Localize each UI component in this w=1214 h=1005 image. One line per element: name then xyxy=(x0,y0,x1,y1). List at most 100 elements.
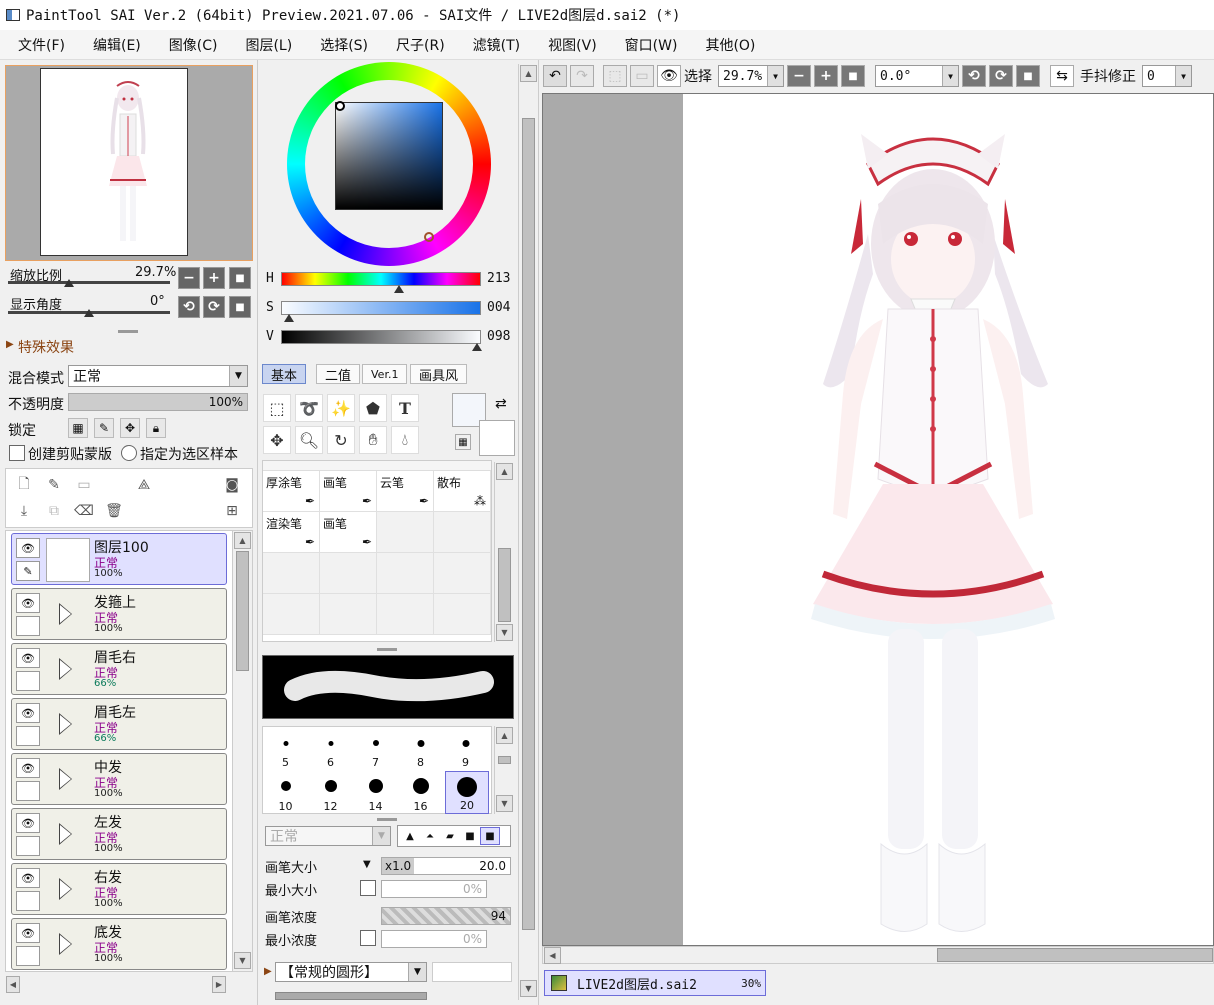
size-option[interactable]: 12 xyxy=(308,771,353,814)
brush-texture-select-partial[interactable] xyxy=(275,992,427,1000)
folder-row[interactable]: 👁︎ 右发 正常 100% xyxy=(11,863,227,915)
saturation-value-square[interactable] xyxy=(335,102,443,210)
lock-paint-icon[interactable]: ✎ xyxy=(94,418,114,438)
menu-select[interactable]: 选择(S) xyxy=(320,35,368,55)
menu-edit[interactable]: 编辑(E) xyxy=(93,35,141,55)
brush-empty-slot[interactable] xyxy=(434,594,491,635)
scroll-down-icon[interactable]: ▼ xyxy=(520,980,537,997)
brush-shape-texture-field[interactable] xyxy=(432,962,512,982)
size-multiplier[interactable]: x1.0 xyxy=(382,858,415,874)
lock-all-icon[interactable]: 🔒︎ xyxy=(146,418,166,438)
v-slider[interactable] xyxy=(281,330,481,344)
brush-empty-slot[interactable] xyxy=(377,594,434,635)
eye-icon[interactable]: 👁︎ xyxy=(16,538,40,558)
transparent-color-icon[interactable]: ▦ xyxy=(455,434,471,450)
clear-layer-icon[interactable]: ⌫ xyxy=(74,501,94,521)
blend-mode-select[interactable]: 正常 ▼ xyxy=(68,365,248,387)
rotation-select[interactable]: 0.0° ▼ xyxy=(875,65,959,87)
zoom-slider-track[interactable] xyxy=(8,281,170,284)
swap-colors-icon[interactable]: ⇄ xyxy=(495,396,507,412)
zoom-select[interactable]: 29.7% ▼ xyxy=(718,65,784,87)
new-pen-layer-icon[interactable]: ✎ xyxy=(44,475,64,495)
text-tool-icon[interactable]: T xyxy=(391,394,419,422)
brush-paintbrush[interactable]: 画笔 ✒︎ xyxy=(320,471,377,512)
rotate-left-button[interactable]: ⟲ xyxy=(962,65,986,87)
min-density-checkbox[interactable] xyxy=(360,930,376,946)
rotate-reset-button[interactable]: ■ xyxy=(229,296,251,318)
eye-icon[interactable]: 👁︎ xyxy=(16,813,40,833)
menu-file[interactable]: 文件(F) xyxy=(18,35,65,55)
brush-mode-select[interactable]: 正常 ▼ xyxy=(265,826,391,846)
rotate-left-button[interactable]: ⟲ xyxy=(178,296,200,318)
brush-blend[interactable]: 渲染笔 ✒︎ xyxy=(263,512,320,553)
rotate-tool-icon[interactable]: ↻ xyxy=(327,426,355,454)
canvas-area[interactable] xyxy=(542,93,1214,946)
tab-painting-tools[interactable]: 画具风 xyxy=(410,364,468,384)
folder-row[interactable]: 👁︎ 左发 正常 100% xyxy=(11,808,227,860)
s-slider-thumb[interactable] xyxy=(284,314,294,322)
size-option[interactable]: 14 xyxy=(353,771,398,814)
zoom-in-button[interactable]: + xyxy=(203,267,225,289)
lasso-icon[interactable]: ➰ xyxy=(295,394,323,422)
chevron-down-icon[interactable]: ▼ xyxy=(363,859,371,870)
size-option[interactable]: 8 xyxy=(398,727,443,770)
menu-other[interactable]: 其他(O) xyxy=(705,35,755,55)
redo-icon[interactable]: ↷ xyxy=(570,65,594,87)
scroll-thumb[interactable] xyxy=(937,948,1213,962)
shape-round-icon[interactable]: ▲ xyxy=(400,827,420,845)
hand-tool-icon[interactable]: ✋︎ xyxy=(359,426,387,454)
panel-splitter[interactable] xyxy=(118,330,138,333)
folder-row[interactable]: 👁︎ 发箍上 正常 100% xyxy=(11,588,227,640)
folder-row[interactable]: 👁︎ 底发 正常 100% xyxy=(11,918,227,970)
empty-icon[interactable] xyxy=(16,946,40,966)
lock-transparency-icon[interactable]: ▦ xyxy=(68,418,88,438)
effects-expand-icon[interactable]: ▶ xyxy=(6,339,14,350)
clipping-mask-checkbox[interactable] xyxy=(9,445,25,461)
pencil-icon[interactable]: ✎ xyxy=(16,561,40,581)
scroll-right-icon[interactable]: ▶ xyxy=(212,976,226,993)
tool-panel-scrollbar[interactable]: ▲ ▼ xyxy=(518,64,538,1000)
panel-splitter[interactable] xyxy=(377,818,397,821)
zoom-reset-button[interactable]: ■ xyxy=(841,65,865,87)
opacity-slider[interactable]: 100% xyxy=(68,393,248,411)
magic-wand-icon[interactable]: ✨ xyxy=(327,394,355,422)
brush-size-field[interactable]: x1.0 20.0 xyxy=(381,857,511,875)
brush-empty-slot[interactable] xyxy=(263,553,320,594)
empty-icon[interactable] xyxy=(16,671,40,691)
brush-density-field[interactable]: 94 xyxy=(381,907,511,925)
brush-thick-paint[interactable]: 厚涂笔 ✒︎ xyxy=(263,471,320,512)
size-option[interactable]: 7 xyxy=(353,727,398,770)
eye-icon[interactable]: 👁︎ xyxy=(16,868,40,888)
sv-picker-marker[interactable] xyxy=(335,101,345,111)
rotate-right-button[interactable]: ⟳ xyxy=(203,296,225,318)
folder-row[interactable]: 👁︎ 眉毛左 正常 66% xyxy=(11,698,227,750)
scroll-down-icon[interactable]: ▼ xyxy=(496,795,513,812)
brush-empty-slot[interactable] xyxy=(263,594,320,635)
hue-picker-marker[interactable] xyxy=(424,232,434,242)
shape-square-icon[interactable]: ■ xyxy=(460,827,480,845)
min-size-field[interactable]: 0% xyxy=(381,880,487,898)
brush-cloud[interactable]: 云笔 ✒︎ xyxy=(377,471,434,512)
fill-shape-icon[interactable]: ⬟ xyxy=(359,394,387,422)
brush-empty-slot[interactable] xyxy=(434,553,491,594)
shape-hard-icon[interactable]: ■ xyxy=(480,827,500,845)
tab-ver1[interactable]: Ver.1 xyxy=(362,364,408,384)
scroll-up-icon[interactable]: ▲ xyxy=(496,463,513,480)
scroll-up-icon[interactable]: ▲ xyxy=(234,532,251,549)
canvas-paper[interactable] xyxy=(683,94,1213,945)
menu-ruler[interactable]: 尺子(R) xyxy=(396,35,445,55)
scroll-up-icon[interactable]: ▲ xyxy=(496,727,513,744)
secondary-color-swatch[interactable] xyxy=(479,420,515,456)
size-option-selected[interactable]: 20 xyxy=(445,771,489,814)
shape-flat-icon[interactable]: ▰ xyxy=(440,827,460,845)
brush-grid-scrollbar[interactable]: ▲ ▼ xyxy=(494,462,514,642)
brush-paintbrush-2[interactable]: 画笔 ✒︎ xyxy=(320,512,377,553)
scroll-thumb[interactable] xyxy=(522,118,535,930)
scroll-left-icon[interactable]: ◀ xyxy=(544,947,561,964)
navigator-preview[interactable] xyxy=(5,65,253,261)
tab-basic[interactable]: 基本 xyxy=(262,364,307,384)
canvas-hscrollbar[interactable]: ◀ xyxy=(542,946,1214,964)
copy-layer-icon[interactable]: ⧉ xyxy=(44,501,64,521)
eye-icon[interactable]: 👁︎ xyxy=(16,703,40,723)
layer-mask-icon[interactable]: ◙ xyxy=(222,475,242,495)
